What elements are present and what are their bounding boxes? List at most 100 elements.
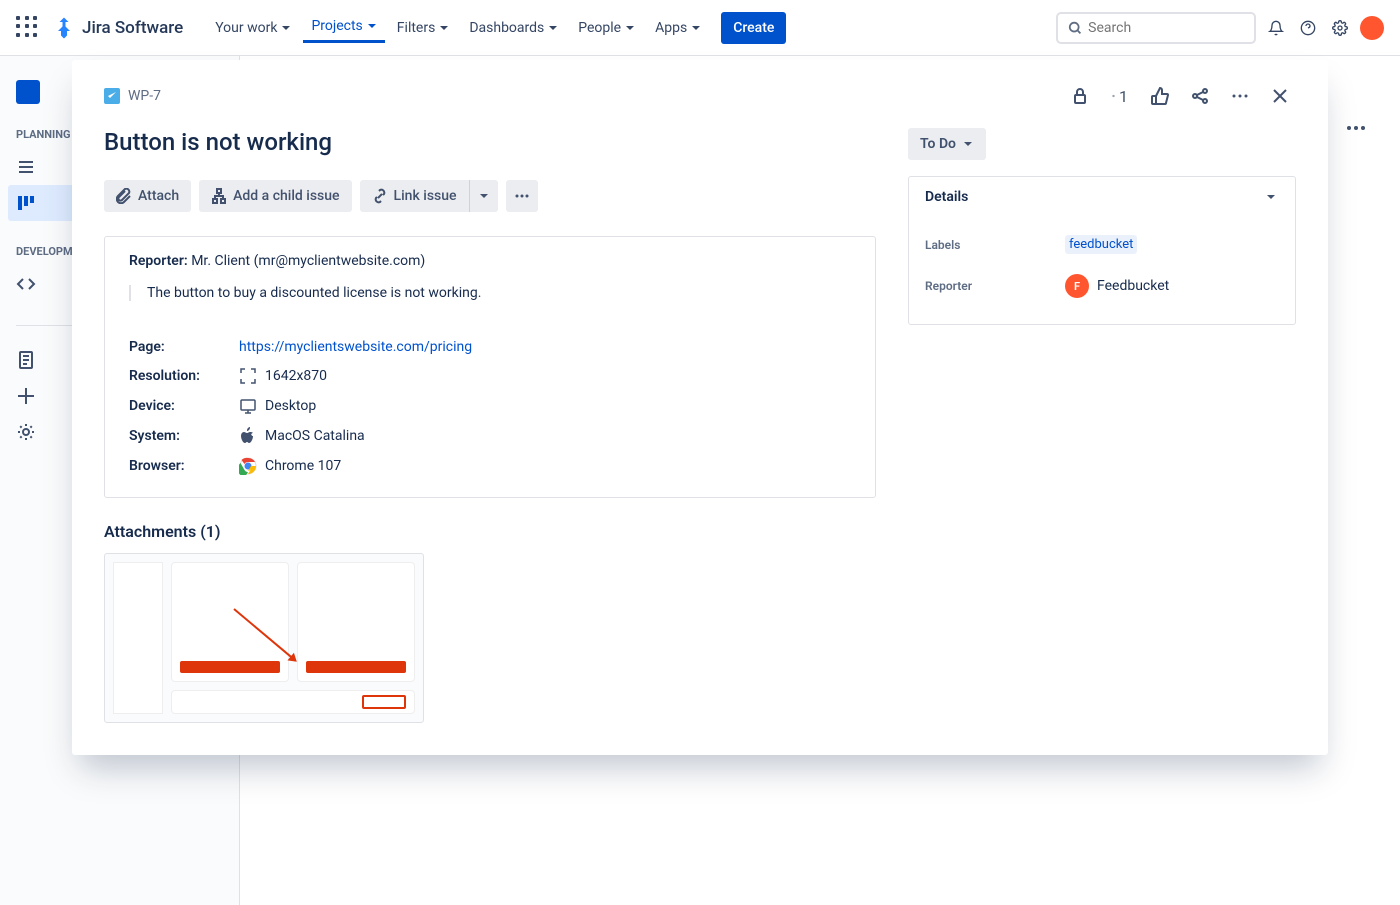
search-input[interactable]: [1088, 20, 1244, 36]
close-button[interactable]: [1264, 80, 1296, 112]
chevron-down-icon: [691, 23, 701, 33]
meta-label: Page:: [129, 339, 239, 355]
details-title: Details: [925, 189, 968, 205]
search-box[interactable]: [1056, 12, 1256, 44]
meta-value: MacOS Catalina: [239, 427, 365, 445]
chevron-down-icon: [478, 190, 490, 202]
vote-button[interactable]: [1144, 80, 1176, 112]
details-header[interactable]: Details: [909, 177, 1295, 217]
reporter-name: Feedbucket: [1097, 278, 1169, 294]
link-issue-button[interactable]: Link issue: [360, 180, 469, 212]
detail-row-labels: Labels feedbucket: [925, 225, 1279, 264]
add-action-button[interactable]: [506, 180, 538, 212]
label-tag[interactable]: feedbucket: [1065, 235, 1137, 254]
meta-text: Desktop: [265, 398, 316, 414]
app-switcher-icon[interactable]: [16, 16, 40, 40]
meta-label: System:: [129, 428, 239, 444]
top-nav: Jira Software Your work Projects Filters…: [0, 0, 1400, 56]
reporter-line: Reporter: Mr. Client (mr@myclientwebsite…: [129, 253, 851, 269]
lock-button[interactable]: [1064, 80, 1096, 112]
issue-key[interactable]: WP-7: [128, 88, 161, 104]
meta-text: MacOS Catalina: [265, 428, 365, 444]
button-label: Add a child issue: [233, 188, 339, 204]
nav-item-label: Your work: [215, 20, 277, 36]
meta-label: Browser:: [129, 458, 239, 474]
detail-value[interactable]: feedbucket: [1065, 235, 1137, 254]
create-button[interactable]: Create: [721, 12, 786, 44]
nav-item-label: People: [578, 20, 621, 36]
nav-dashboards[interactable]: Dashboards: [461, 14, 566, 42]
detail-row-reporter: Reporter F Feedbucket: [925, 264, 1279, 308]
modal-sidebar: To Do Details Labels feedbucket: [908, 120, 1328, 755]
detail-label: Labels: [925, 238, 1065, 252]
share-button[interactable]: [1184, 80, 1216, 112]
button-label: Link issue: [394, 188, 457, 204]
meta-table: Page: https://myclientswebsite.com/prici…: [129, 333, 851, 481]
link-issue-dropdown[interactable]: [469, 180, 498, 212]
chevron-down-icon: [548, 23, 558, 33]
modal-main: Button is not working Attach Add a child…: [72, 120, 908, 755]
meta-value: Desktop: [239, 397, 316, 415]
search-icon: [1068, 20, 1082, 36]
chevron-down-icon: [439, 23, 449, 33]
thumb-preview: [113, 562, 415, 714]
lock-icon: [1070, 86, 1090, 106]
nav-people[interactable]: People: [570, 14, 643, 42]
modal-header-left: WP-7: [104, 88, 161, 104]
issue-modal: WP-7 1: [72, 60, 1328, 755]
resolution-icon: [239, 367, 257, 385]
task-type-icon[interactable]: [104, 88, 120, 104]
issue-title[interactable]: Button is not working: [104, 128, 876, 156]
desktop-icon: [239, 397, 257, 415]
meta-label: Device:: [129, 398, 239, 414]
reporter-avatar: F: [1065, 274, 1089, 298]
close-icon: [1270, 86, 1290, 106]
watch-button[interactable]: 1: [1104, 80, 1136, 112]
meta-value: Chrome 107: [239, 457, 341, 475]
share-icon: [1190, 86, 1210, 106]
nav-item-label: Dashboards: [469, 20, 544, 36]
meta-row-page: Page: https://myclientswebsite.com/prici…: [129, 333, 851, 361]
add-child-button[interactable]: Add a child issue: [199, 180, 351, 212]
nav-item-label: Apps: [655, 20, 687, 36]
quote-block: The button to buy a discounted license i…: [129, 285, 851, 301]
chevron-down-icon: [281, 23, 291, 33]
nav-apps[interactable]: Apps: [647, 14, 709, 42]
thumbs-up-icon: [1150, 86, 1170, 106]
apple-icon: [239, 427, 257, 445]
meta-text: 1642x870: [265, 368, 327, 384]
status-dropdown[interactable]: To Do: [908, 128, 986, 160]
meta-value: 1642x870: [239, 367, 327, 385]
nav-projects[interactable]: Projects: [303, 12, 384, 43]
settings-icon[interactable]: [1328, 16, 1352, 40]
user-avatar[interactable]: [1360, 16, 1384, 40]
nav-your-work[interactable]: Your work: [207, 14, 299, 42]
more-actions-button[interactable]: [1224, 80, 1256, 112]
meta-row-system: System: MacOS Catalina: [129, 421, 851, 451]
meta-row-resolution: Resolution: 1642x870: [129, 361, 851, 391]
description-panel[interactable]: Reporter: Mr. Client (mr@myclientwebsite…: [104, 236, 876, 498]
reporter-label: Reporter:: [129, 253, 188, 269]
nav-menu: Your work Projects Filters Dashboards Pe…: [207, 12, 1056, 44]
nav-filters[interactable]: Filters: [389, 14, 458, 42]
attachment-thumbnail[interactable]: [104, 553, 424, 723]
logo-text: Jira Software: [82, 18, 183, 38]
details-panel: Details Labels feedbucket Reporter: [908, 176, 1296, 325]
help-icon[interactable]: [1296, 16, 1320, 40]
detail-value[interactable]: F Feedbucket: [1065, 274, 1169, 298]
attach-button[interactable]: Attach: [104, 180, 191, 212]
meta-text: Chrome 107: [265, 458, 341, 474]
status-label: To Do: [920, 136, 956, 152]
reporter-name: Mr. Client: [191, 253, 250, 269]
notifications-icon[interactable]: [1264, 16, 1288, 40]
more-icon: [514, 188, 530, 204]
meta-row-browser: Browser: Chrome 107: [129, 451, 851, 481]
meta-label: Resolution:: [129, 368, 239, 384]
jira-logo[interactable]: Jira Software: [52, 16, 183, 40]
modal-header: WP-7 1: [72, 60, 1328, 120]
modal-body: Button is not working Attach Add a child…: [72, 120, 1328, 755]
nav-right: [1056, 12, 1384, 44]
reporter-email: (mr@myclientwebsite.com): [254, 253, 426, 269]
detail-label: Reporter: [925, 279, 1065, 293]
meta-page-link[interactable]: https://myclientswebsite.com/pricing: [239, 339, 472, 355]
